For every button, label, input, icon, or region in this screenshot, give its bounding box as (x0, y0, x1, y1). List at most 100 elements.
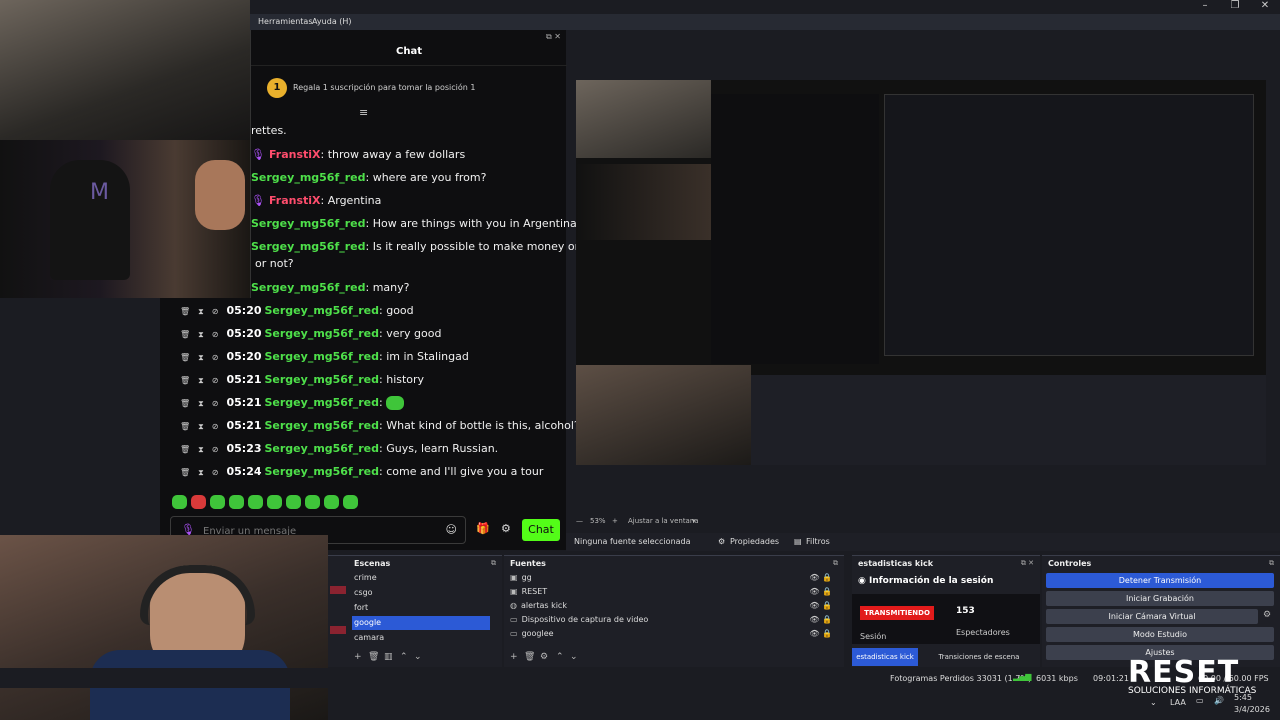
language-indicator[interactable]: LAA (1170, 698, 1186, 707)
chat-username[interactable]: Sergey_mg56f_red (265, 373, 380, 386)
tab-stats[interactable]: estadisticas kick (852, 648, 918, 666)
dock-float-icon[interactable]: ⧉ (491, 559, 496, 568)
start-virtual-cam-button[interactable]: Iniciar Cámara Virtual (1046, 609, 1258, 624)
sub-gift-banner[interactable]: 1 Regala 1 suscripción para tomar la pos… (251, 70, 567, 104)
scene-item[interactable]: camara (352, 631, 490, 645)
gear-icon[interactable]: ⚙ (540, 652, 548, 662)
chat-username[interactable]: Sergey_mg56f_red (265, 442, 380, 455)
maximize-icon[interactable]: ❐ (1220, 0, 1250, 11)
chevron-down-icon[interactable]: ▾ (692, 517, 696, 525)
chat-username[interactable]: Sergey_mg56f_red (265, 396, 380, 409)
chat-username[interactable]: FranstiX (269, 194, 321, 207)
chevron-up-icon[interactable]: ⌃ (400, 652, 408, 662)
chat-username[interactable]: Sergey_mg56f_red (251, 217, 366, 230)
scene-item[interactable]: fort (352, 601, 490, 615)
dock-float-close-icons[interactable]: ⧉ ✕ (1021, 559, 1034, 568)
eye-lock-icons[interactable]: 👁 🔒 (809, 585, 832, 599)
chat-username[interactable]: FranstiX (269, 148, 321, 161)
fit-window-select[interactable]: Ajustar a la ventana (628, 517, 699, 525)
filters-button[interactable]: Filtros (806, 537, 830, 546)
source-item[interactable]: ▭ Dispositivo de captura de video 👁 🔒 (510, 613, 840, 627)
menu-help[interactable]: Ayuda (H) (312, 17, 352, 26)
filter-icon[interactable]: ▥ (384, 652, 393, 662)
timeout-icon[interactable]: ⧗ (198, 376, 204, 385)
timeout-icon[interactable]: ⧗ (198, 468, 204, 477)
send-chat-button[interactable]: Chat (522, 519, 560, 541)
chat-username[interactable]: Sergey_mg56f_red (251, 240, 366, 253)
chat-username[interactable]: Sergey_mg56f_red (265, 350, 380, 363)
delete-icon[interactable]: 🗑 (180, 353, 190, 362)
clock-date[interactable]: 3/4/2026 (1234, 705, 1270, 714)
emoji-picker-icon[interactable]: ☺ (446, 523, 457, 536)
source-item[interactable]: ▣ RESET 👁 🔒 (510, 585, 840, 599)
delete-icon[interactable]: 🗑 (180, 376, 190, 385)
delete-icon[interactable]: 🗑 (180, 399, 190, 408)
eye-lock-icons[interactable]: 👁 🔒 (809, 613, 832, 627)
delete-icon[interactable]: 🗑 (180, 445, 190, 454)
chat-username[interactable]: Sergey_mg56f_red (265, 327, 380, 340)
ban-icon[interactable]: ⊘ (212, 376, 219, 385)
volume-icon[interactable]: 🔊 (1214, 696, 1224, 705)
emote-icon[interactable] (305, 495, 320, 509)
studio-mode-button[interactable]: Modo Estudio (1046, 627, 1274, 642)
source-item[interactable]: ▣ gg 👁 🔒 (510, 571, 840, 585)
emote-icon[interactable] (191, 495, 206, 509)
emote-icon[interactable] (229, 495, 244, 509)
chat-username[interactable]: Sergey_mg56f_red (251, 171, 366, 184)
source-item[interactable]: ◍ alertas kick 👁 🔒 (510, 599, 840, 613)
properties-button[interactable]: Propiedades (730, 537, 779, 546)
menu-tools[interactable]: Herramientas (258, 17, 313, 26)
add-icon[interactable]: + (354, 652, 362, 662)
gear-icon[interactable]: ⚙ (1263, 610, 1271, 620)
ban-icon[interactable]: ⊘ (212, 399, 219, 408)
timeout-icon[interactable]: ⧗ (198, 445, 204, 454)
ban-icon[interactable]: ⊘ (212, 330, 219, 339)
ban-icon[interactable]: ⊘ (212, 468, 219, 477)
gift-icon[interactable]: 🎁 (476, 522, 490, 535)
chevron-up-icon[interactable]: ⌃ (556, 652, 564, 662)
eye-lock-icons[interactable]: 👁 🔒 (809, 599, 832, 613)
zoom-in-icon[interactable]: + (612, 517, 618, 525)
emote-icon[interactable] (210, 495, 225, 509)
timeout-icon[interactable]: ⧗ (198, 330, 204, 339)
minimize-icon[interactable]: – (1190, 0, 1220, 11)
trash-icon[interactable]: 🗑 (368, 652, 379, 662)
chat-window-controls[interactable]: ⧉ ✕ (546, 32, 561, 42)
collapse-icon[interactable]: ≡ (359, 106, 368, 119)
ban-icon[interactable]: ⊘ (212, 445, 219, 454)
eye-lock-icons[interactable]: 👁 🔒 (809, 571, 832, 585)
timeout-icon[interactable]: ⧗ (198, 399, 204, 408)
emote-icon[interactable] (343, 495, 358, 509)
dock-float-icon[interactable]: ⧉ (1269, 559, 1274, 568)
delete-icon[interactable]: 🗑 (180, 422, 190, 431)
scene-item[interactable]: csgo (352, 586, 490, 600)
eye-lock-icons[interactable]: 👁 🔒 (809, 627, 832, 641)
chat-username[interactable]: Sergey_mg56f_red (265, 465, 380, 478)
ban-icon[interactable]: ⊘ (212, 353, 219, 362)
delete-icon[interactable]: 🗑 (180, 307, 190, 316)
scene-item[interactable]: crime (352, 571, 490, 585)
ban-icon[interactable]: ⊘ (212, 422, 219, 431)
dock-float-icon[interactable]: ⧉ (833, 559, 838, 568)
add-icon[interactable]: + (510, 652, 518, 662)
scene-item[interactable]: google (352, 616, 490, 630)
chevron-down-icon[interactable]: ⌄ (570, 652, 578, 662)
timeout-icon[interactable]: ⧗ (198, 353, 204, 362)
delete-icon[interactable]: 🗑 (180, 468, 190, 477)
emote-icon[interactable] (324, 495, 339, 509)
chat-username[interactable]: Sergey_mg56f_red (265, 419, 380, 432)
ban-icon[interactable]: ⊘ (212, 307, 219, 316)
delete-icon[interactable]: 🗑 (180, 330, 190, 339)
clock-time[interactable]: 5:45 (1234, 693, 1252, 702)
chat-username[interactable]: Sergey_mg56f_red (251, 281, 366, 294)
source-item[interactable]: ▭ googlee 👁 🔒 (510, 627, 840, 641)
emote-icon[interactable] (286, 495, 301, 509)
tab-transitions[interactable]: Transiciones de escena (924, 648, 1034, 666)
start-recording-button[interactable]: Iniciar Grabación (1046, 591, 1274, 606)
chevron-down-icon[interactable]: ⌄ (1150, 698, 1157, 707)
emote-icon[interactable] (172, 495, 187, 509)
timeout-icon[interactable]: ⧗ (198, 422, 204, 431)
trash-icon[interactable]: 🗑 (524, 652, 535, 662)
obs-preview-canvas[interactable] (576, 80, 1266, 465)
stop-stream-button[interactable]: Detener Transmisión (1046, 573, 1274, 588)
